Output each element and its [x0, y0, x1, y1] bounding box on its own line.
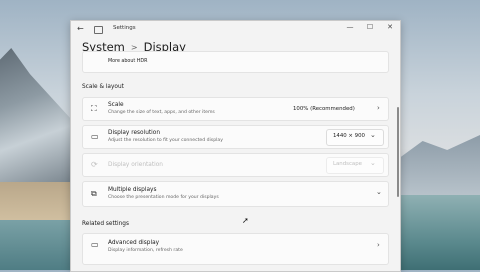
resolution-dropdown[interactable]: 1440 × 900 ⌄: [326, 129, 384, 146]
scrollbar[interactable]: [397, 107, 399, 197]
chevron-down-icon: ⌄: [376, 188, 382, 196]
multiple-displays-title: Multiple displays: [108, 187, 157, 193]
orientation-card: ⟳ Display orientation Landscape ⌄: [82, 153, 389, 177]
resolution-card: ▭ Display resolution Adjust the resoluti…: [82, 125, 389, 149]
hdr-link-text[interactable]: More about HDR: [108, 59, 147, 64]
title-bar: ← Settings — ☐ ✕: [71, 21, 400, 39]
multiple-displays-card[interactable]: ⧉ Multiple displays Choose the presentat…: [82, 181, 389, 207]
wallpaper-sea-right: [398, 195, 480, 270]
resolution-value: 1440 × 900: [333, 133, 365, 139]
maximize-button[interactable]: ☐: [363, 23, 377, 31]
chevron-down-icon: ⌄: [370, 159, 376, 167]
advanced-display-card[interactable]: ▭ Advanced display Display information, …: [82, 233, 389, 265]
section-heading-related-settings: Related settings: [82, 221, 129, 227]
close-button[interactable]: ✕: [383, 23, 397, 31]
monitor-icon: ▭: [91, 240, 99, 249]
orientation-title: Display orientation: [108, 162, 163, 168]
monitor-icon: ▭: [91, 132, 99, 141]
resolution-description: Adjust the resolution to fit your connec…: [108, 138, 223, 143]
orientation-dropdown: Landscape ⌄: [326, 157, 384, 174]
scale-description: Change the size of text, apps, and other…: [108, 110, 215, 115]
scale-card[interactable]: ⛶ Scale Change the size of text, apps, a…: [82, 97, 389, 121]
wallpaper-mountain-right: [398, 135, 480, 195]
hdr-card[interactable]: More about HDR: [82, 51, 389, 73]
scale-value: 100% (Recommended): [293, 106, 355, 112]
advanced-display-description: Display information, refresh rate: [108, 248, 183, 253]
multiple-monitors-icon: ⧉: [91, 189, 97, 198]
back-arrow-icon[interactable]: ←: [77, 24, 84, 33]
advanced-display-title: Advanced display: [108, 240, 160, 246]
chevron-right-icon: ›: [377, 104, 380, 112]
mouse-cursor-icon: ➚: [242, 216, 249, 225]
orientation-value: Landscape: [333, 161, 362, 167]
wallpaper-sea: [0, 220, 75, 270]
multiple-displays-description: Choose the presentation mode for your di…: [108, 195, 219, 200]
settings-window: ← Settings — ☐ ✕ System > Display More abo…: [70, 20, 401, 272]
chevron-right-icon: ›: [377, 241, 380, 249]
minimize-button[interactable]: —: [343, 23, 357, 31]
scale-title: Scale: [108, 102, 124, 108]
resolution-title: Display resolution: [108, 130, 160, 136]
scale-icon: ⛶: [91, 104, 97, 113]
window-title: Settings: [113, 25, 136, 31]
settings-app-icon: [94, 26, 103, 34]
section-heading-scale-layout: Scale & layout: [82, 84, 124, 90]
wallpaper-mountain: [0, 48, 75, 193]
orientation-icon: ⟳: [91, 160, 98, 169]
chevron-down-icon: ⌄: [370, 131, 376, 139]
